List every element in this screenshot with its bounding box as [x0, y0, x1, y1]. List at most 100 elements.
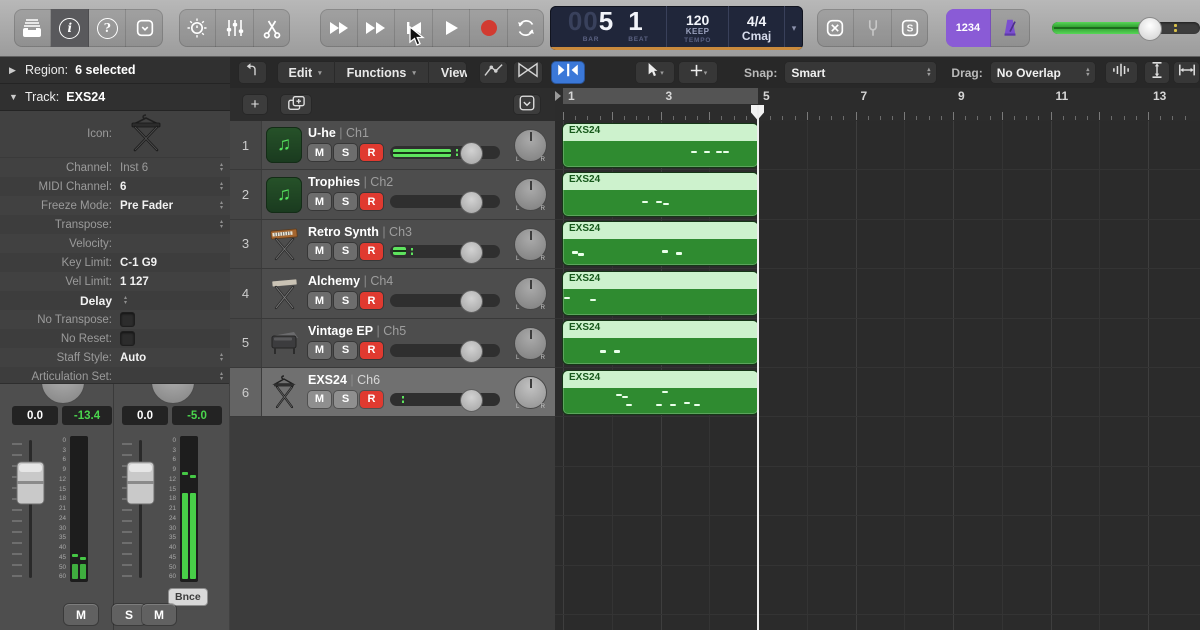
solo-button[interactable]: S — [334, 193, 357, 210]
lcd-display[interactable]: 005 BAR 1 BEAT 120 KEEP TEMPO 4/4 Cmaj ▾ — [550, 6, 803, 50]
solo-button[interactable]: S — [334, 292, 357, 309]
volume-slider-knob[interactable] — [460, 340, 483, 363]
mute-button[interactable]: M — [308, 243, 331, 260]
midi-region[interactable]: EXS24 — [563, 173, 758, 216]
track-icon-keyboard-stand[interactable] — [120, 110, 172, 159]
checkbox[interactable] — [120, 331, 135, 346]
volume-fader[interactable] — [118, 436, 164, 582]
track-row-exs24[interactable]: 6EXS24 | Ch6MSRLR — [230, 368, 555, 417]
pan-knob[interactable]: LR — [514, 277, 547, 310]
rewind-button[interactable] — [320, 9, 357, 47]
record-button[interactable] — [470, 9, 507, 47]
horizontal-zoom-button[interactable] — [1173, 61, 1200, 84]
track-volume-slider[interactable] — [390, 195, 500, 208]
volume-knob[interactable] — [1138, 17, 1162, 41]
mute-button[interactable]: M — [308, 193, 331, 210]
mute-button[interactable]: M — [308, 292, 331, 309]
autopunch-button[interactable] — [817, 9, 854, 47]
track-inspector-header[interactable]: ▼ Track: EXS24 — [0, 84, 230, 111]
pan-knob[interactable]: LR — [514, 129, 547, 162]
cycle-button[interactable] — [508, 9, 544, 47]
mute-button[interactable]: M — [308, 342, 331, 359]
track-header-config-button[interactable] — [513, 94, 541, 115]
back-button[interactable] — [238, 61, 267, 84]
pan-knob[interactable]: LR — [514, 228, 547, 261]
command-click-tool-menu[interactable]: ▾ — [678, 61, 718, 84]
crossfade-button[interactable] — [513, 61, 543, 84]
disclosure-right-icon[interactable]: ▶ — [9, 65, 18, 76]
updown-stepper-icon[interactable]: ▴▾ — [220, 182, 223, 192]
solo-button[interactable]: S — [892, 9, 928, 47]
record-enable-button[interactable]: R — [360, 292, 383, 309]
arrange-area[interactable]: EXS24 EXS24 EXS24 EXS24 EXS24 EXS24 — [555, 121, 1200, 630]
record-enable-button[interactable]: R — [360, 243, 383, 260]
library-button[interactable] — [14, 9, 51, 47]
pan-knob[interactable]: LR — [514, 178, 547, 211]
editors-button[interactable] — [254, 9, 290, 47]
midi-region[interactable]: EXS24 — [563, 371, 758, 414]
volume-slider-knob[interactable] — [460, 389, 483, 412]
mute-button[interactable]: M — [308, 144, 331, 161]
left-click-tool-menu[interactable]: ▾ — [635, 61, 675, 84]
tuner-button[interactable] — [854, 9, 891, 47]
region-inspector-header[interactable]: ▶ Region: 6 selected — [0, 57, 230, 84]
count-in-button[interactable]: 1234 — [946, 9, 990, 47]
bar-ruler[interactable]: 135791113 — [555, 88, 1200, 122]
track-volume-slider[interactable] — [390, 344, 500, 357]
updown-stepper-icon[interactable]: ▴▾ — [220, 372, 223, 382]
checkbox[interactable] — [120, 312, 135, 327]
record-enable-button[interactable]: R — [360, 342, 383, 359]
gain-display[interactable]: 0.0 — [122, 406, 168, 425]
record-enable-button[interactable]: R — [360, 144, 383, 161]
volume-slider-knob[interactable] — [460, 191, 483, 214]
vertical-zoom-button[interactable] — [1144, 61, 1171, 84]
master-volume-slider[interactable] — [1052, 22, 1200, 34]
waveform-zoom-button[interactable] — [1105, 61, 1137, 84]
duplicate-track-button[interactable] — [280, 94, 312, 115]
track-volume-slider[interactable] — [390, 146, 500, 159]
volume-fader[interactable] — [8, 436, 54, 582]
midi-region[interactable]: EXS24 — [563, 124, 758, 167]
menu-view[interactable]: View▾ — [429, 61, 467, 84]
snap-select[interactable]: Smart ▴▾ — [784, 61, 937, 84]
pan-knob[interactable] — [151, 383, 195, 404]
playhead-line[interactable] — [757, 105, 759, 630]
track-row-retro-synth[interactable]: 3Retro Synth | Ch3MSRLR — [230, 220, 555, 269]
record-enable-button[interactable]: R — [360, 193, 383, 210]
mixer-button[interactable] — [216, 9, 253, 47]
metronome-button[interactable] — [991, 9, 1030, 47]
midi-region[interactable]: EXS24 — [563, 321, 758, 364]
mute-button[interactable]: M — [308, 391, 331, 408]
track-volume-slider[interactable] — [390, 393, 500, 406]
updown-stepper-icon[interactable]: ▴▾ — [124, 296, 127, 306]
track-volume-slider[interactable] — [390, 294, 500, 307]
mute-button[interactable]: M — [142, 604, 176, 625]
volume-slider-knob[interactable] — [460, 142, 483, 165]
pan-knob[interactable] — [41, 383, 85, 404]
catch-playhead-button[interactable] — [551, 61, 585, 84]
track-row-vintage-ep[interactable]: 5Vintage EP | Ch5MSRLR — [230, 319, 555, 368]
lcd-chevron-icon[interactable]: ▾ — [785, 6, 803, 50]
solo-button[interactable]: S — [334, 243, 357, 260]
track-row-trophies[interactable]: 2♫Trophies | Ch2MSRLR — [230, 170, 555, 219]
track-row-u-he[interactable]: 1♫U-he | Ch1MSRLR — [230, 121, 555, 170]
forward-button[interactable] — [358, 9, 395, 47]
solo-button[interactable]: S — [112, 604, 146, 625]
volume-slider-knob[interactable] — [460, 241, 483, 264]
solo-button[interactable]: S — [334, 144, 357, 161]
play-button[interactable] — [433, 9, 470, 47]
menu-edit[interactable]: Edit▾ — [277, 61, 335, 84]
disclosure-down-icon[interactable]: ▼ — [9, 92, 18, 102]
automation-button[interactable] — [479, 61, 508, 84]
menu-functions[interactable]: Functions▾ — [335, 61, 429, 84]
add-track-button[interactable]: + — [242, 94, 268, 115]
updown-stepper-icon[interactable]: ▴▾ — [220, 163, 223, 173]
midi-region[interactable]: EXS24 — [563, 272, 758, 315]
updown-stepper-icon[interactable]: ▴▾ — [220, 353, 223, 363]
pan-knob[interactable]: LR — [514, 327, 547, 360]
solo-button[interactable]: S — [334, 391, 357, 408]
track-volume-slider[interactable] — [390, 245, 500, 258]
pan-knob[interactable]: LR — [514, 376, 547, 409]
smart-controls-button[interactable] — [179, 9, 216, 47]
midi-region[interactable]: EXS24 — [563, 222, 758, 265]
